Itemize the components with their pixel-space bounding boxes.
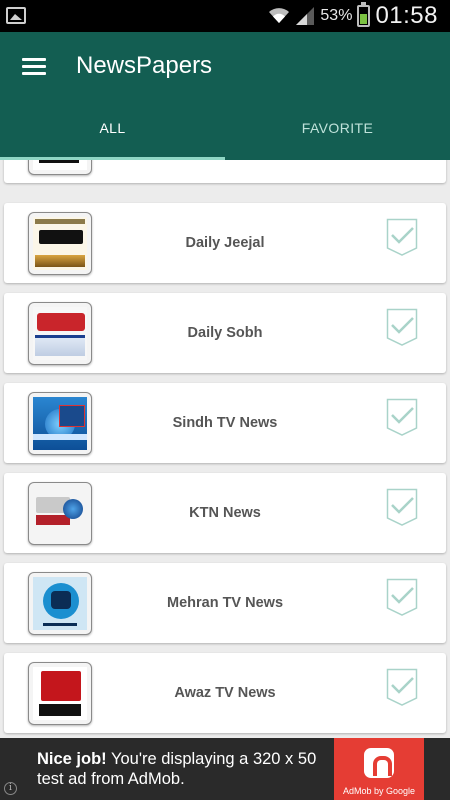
item-name: Awaz TV News xyxy=(174,685,276,701)
gallery-icon xyxy=(6,7,26,24)
list-item[interactable]: Daily Jeejal xyxy=(4,203,446,283)
mehran-tv-news-logo xyxy=(28,572,92,635)
app-title: NewsPapers xyxy=(76,52,213,79)
hamburger-menu-icon[interactable] xyxy=(22,56,48,76)
battery-icon xyxy=(357,2,371,27)
status-icons: 53% 01:58 xyxy=(268,0,438,32)
list-item[interactable]: Mehran TV News xyxy=(4,563,446,643)
ad-headline: Nice job! xyxy=(37,750,107,768)
ad-banner[interactable]: i Nice job! You're displaying a 320 x 50… xyxy=(0,738,450,800)
clock: 01:58 xyxy=(375,2,438,29)
daily-sobh-logo xyxy=(28,302,92,365)
list-item[interactable]: Sindh TV News xyxy=(4,383,446,463)
favorite-checkbox-icon[interactable] xyxy=(386,488,418,526)
item-name: Sindh TV News xyxy=(172,415,278,431)
wifi-icon xyxy=(269,8,290,23)
ad-text: Nice job! You're displaying a 320 x 50 t… xyxy=(37,749,337,789)
tab-all[interactable]: ALL xyxy=(0,96,225,160)
daily-jeejal-logo xyxy=(28,212,92,275)
admob-badge[interactable]: AdMob by Google xyxy=(334,738,424,800)
tab-favorite[interactable]: FAVORITE xyxy=(225,96,450,160)
status-bar: 53% 01:58 xyxy=(0,0,450,32)
favorite-checkbox-icon[interactable] xyxy=(386,578,418,616)
list-item[interactable] xyxy=(4,160,446,183)
ad-provider: AdMob by Google xyxy=(342,786,416,796)
admob-logo-icon xyxy=(364,748,394,778)
newspaper-logo xyxy=(28,160,92,175)
favorite-checkbox-icon[interactable] xyxy=(386,668,418,706)
signal-icon xyxy=(296,7,315,25)
sindh-tv-news-logo xyxy=(28,392,92,455)
newspaper-list[interactable]: Daily Jeejal Daily Sobh Sindh TV News KT… xyxy=(0,160,450,738)
ktn-news-logo xyxy=(28,482,92,545)
awaz-tv-news-logo xyxy=(28,662,92,725)
item-name: Daily Jeejal xyxy=(185,235,265,251)
battery-percent: 53% xyxy=(320,7,353,24)
item-name xyxy=(104,160,346,183)
info-icon[interactable]: i xyxy=(4,782,17,795)
item-name: Daily Sobh xyxy=(187,325,263,341)
favorite-checkbox-icon[interactable] xyxy=(386,398,418,436)
favorite-checkbox-icon[interactable] xyxy=(386,308,418,346)
app-bar: NewsPapers ALL FAVORITE xyxy=(0,32,450,160)
item-name: Mehran TV News xyxy=(166,595,284,611)
tab-bar: ALL FAVORITE xyxy=(0,96,450,160)
list-item[interactable]: KTN News xyxy=(4,473,446,553)
favorite-checkbox-icon[interactable] xyxy=(386,218,418,256)
list-item[interactable]: Awaz TV News xyxy=(4,653,446,733)
item-name: KTN News xyxy=(189,505,261,521)
list-item[interactable]: Daily Sobh xyxy=(4,293,446,373)
